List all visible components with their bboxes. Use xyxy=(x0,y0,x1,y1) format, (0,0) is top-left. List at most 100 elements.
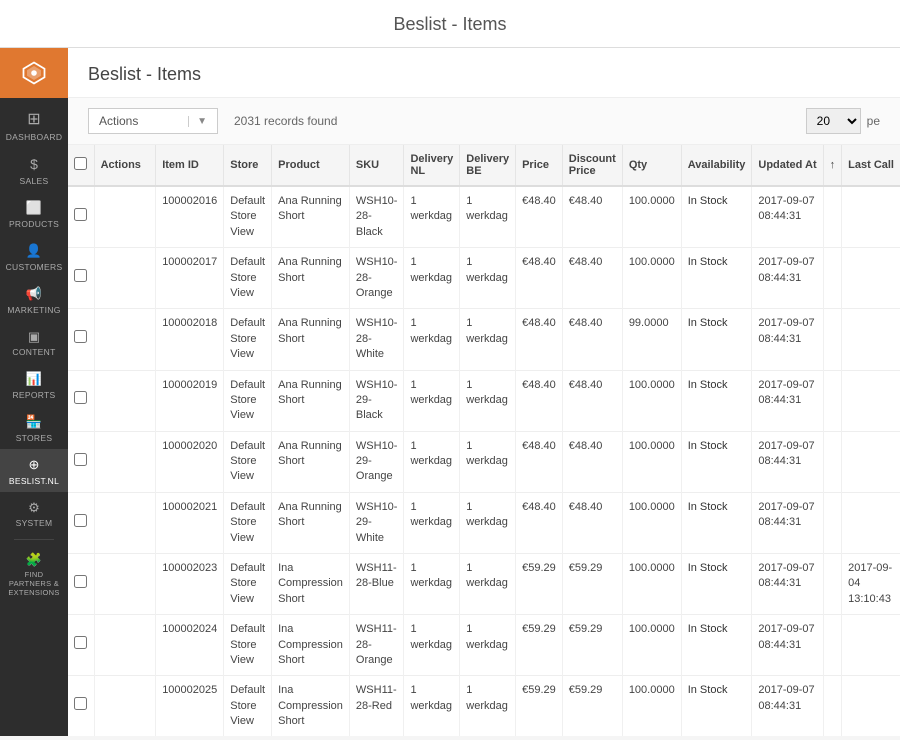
row-checkbox-cell xyxy=(68,186,94,248)
row-discount-price: €48.40 xyxy=(562,431,622,492)
row-discount-price: €48.40 xyxy=(562,309,622,370)
th-qty: Qty xyxy=(622,145,681,186)
th-discount-price: DiscountPrice xyxy=(562,145,622,186)
row-sort xyxy=(823,676,842,736)
row-checkbox[interactable] xyxy=(74,697,87,710)
row-sku: WSH10-29-White xyxy=(349,492,404,553)
th-delivery-nl: DeliveryNL xyxy=(404,145,460,186)
row-checkbox[interactable] xyxy=(74,269,87,282)
sidebar-item-customers[interactable]: 👤 CUSTOMERS xyxy=(0,235,68,278)
row-checkbox[interactable] xyxy=(74,453,87,466)
dashboard-icon: ⊞ xyxy=(27,110,40,129)
products-icon: ⬜ xyxy=(26,200,42,216)
th-last-call: Last Call xyxy=(842,145,900,186)
row-checkbox-cell xyxy=(68,676,94,736)
row-sort xyxy=(823,492,842,553)
select-all-checkbox[interactable] xyxy=(74,157,87,170)
row-delivery-be: 1 werkdag xyxy=(460,676,516,736)
row-actions xyxy=(94,492,156,553)
row-discount-price: €48.40 xyxy=(562,370,622,431)
sidebar-label-beslistnl: BESLIST.NL xyxy=(9,476,59,486)
row-checkbox[interactable] xyxy=(74,636,87,649)
row-updated-at: 2017-09-0708:44:31 xyxy=(752,309,823,370)
table-row: 100002024 Default StoreView Ina Compress… xyxy=(68,615,900,676)
row-sku: WSH10-29-Orange xyxy=(349,431,404,492)
row-discount-price: €59.29 xyxy=(562,554,622,615)
row-last-call xyxy=(842,615,900,676)
row-sku: WSH10-28-Orange xyxy=(349,248,404,309)
row-delivery-be: 1 werkdag xyxy=(460,370,516,431)
partners-icon: 🧩 xyxy=(26,552,42,568)
customers-icon: 👤 xyxy=(26,243,42,259)
sidebar-item-sales[interactable]: $ SALES xyxy=(0,148,68,192)
row-delivery-nl: 1 werkdag xyxy=(404,615,460,676)
th-sort[interactable]: ↑ xyxy=(823,145,842,186)
row-discount-price: €59.29 xyxy=(562,615,622,676)
row-last-call xyxy=(842,186,900,248)
beslistnl-icon: ⊕ xyxy=(29,457,40,473)
row-item-id: 100002024 xyxy=(156,615,224,676)
row-sort xyxy=(823,615,842,676)
row-product: Ina Compression Short xyxy=(272,615,350,676)
row-store: Default StoreView xyxy=(224,615,272,676)
row-checkbox[interactable] xyxy=(74,208,87,221)
sidebar-item-partners[interactable]: 🧩 FIND PARTNERS & EXTENSIONS xyxy=(0,544,68,604)
row-last-call xyxy=(842,492,900,553)
row-checkbox-cell xyxy=(68,431,94,492)
row-price: €59.29 xyxy=(516,554,563,615)
row-checkbox[interactable] xyxy=(74,391,87,404)
sidebar-item-products[interactable]: ⬜ PRODUCTS xyxy=(0,192,68,235)
row-item-id: 100002019 xyxy=(156,370,224,431)
row-item-id: 100002016 xyxy=(156,186,224,248)
sidebar-label-reports: REPORTS xyxy=(12,390,55,400)
row-price: €59.29 xyxy=(516,615,563,676)
items-table: Actions Item ID Store Product SKU Delive… xyxy=(68,145,900,736)
row-checkbox[interactable] xyxy=(74,514,87,527)
row-availability: In Stock xyxy=(681,554,752,615)
row-actions xyxy=(94,554,156,615)
table-body: 100002016 Default StoreView Ana Running … xyxy=(68,186,900,736)
row-updated-at: 2017-09-0708:44:31 xyxy=(752,676,823,736)
row-delivery-nl: 1 werkdag xyxy=(404,492,460,553)
row-availability: In Stock xyxy=(681,186,752,248)
row-sort xyxy=(823,186,842,248)
row-actions xyxy=(94,186,156,248)
row-actions xyxy=(94,676,156,736)
row-product: Ana Running Short xyxy=(272,248,350,309)
row-sort xyxy=(823,370,842,431)
row-delivery-be: 1 werkdag xyxy=(460,186,516,248)
row-sort xyxy=(823,554,842,615)
sales-icon: $ xyxy=(30,156,38,173)
sidebar-item-beslistnl[interactable]: ⊕ BESLIST.NL xyxy=(0,449,68,492)
row-availability: In Stock xyxy=(681,309,752,370)
row-sku: WSH10-28-Black xyxy=(349,186,404,248)
table-row: 100002017 Default StoreView Ana Running … xyxy=(68,248,900,309)
per-page-suffix: pe xyxy=(867,114,880,128)
row-checkbox[interactable] xyxy=(74,575,87,588)
row-delivery-be: 1 werkdag xyxy=(460,554,516,615)
row-delivery-be: 1 werkdag xyxy=(460,431,516,492)
row-checkbox-cell xyxy=(68,309,94,370)
row-delivery-nl: 1 werkdag xyxy=(404,186,460,248)
sidebar-item-stores[interactable]: 🏪 STORES xyxy=(0,406,68,449)
th-delivery-be: DeliveryBE xyxy=(460,145,516,186)
actions-dropdown[interactable]: Actions ▼ xyxy=(88,108,218,134)
sidebar-item-marketing[interactable]: 📢 MARKETING xyxy=(0,278,68,321)
row-last-call xyxy=(842,248,900,309)
sidebar-label-partners: FIND PARTNERS & EXTENSIONS xyxy=(4,570,64,597)
table-row: 100002019 Default StoreView Ana Running … xyxy=(68,370,900,431)
row-checkbox[interactable] xyxy=(74,330,87,343)
sidebar-item-content[interactable]: ▣ CONTENT xyxy=(0,321,68,364)
row-delivery-nl: 1 werkdag xyxy=(404,370,460,431)
sidebar-item-dashboard[interactable]: ⊞ DASHBOARD xyxy=(0,102,68,148)
table-row: 100002020 Default StoreView Ana Running … xyxy=(68,431,900,492)
system-icon: ⚙ xyxy=(28,500,40,516)
table-row: 100002018 Default StoreView Ana Running … xyxy=(68,309,900,370)
sidebar-item-system[interactable]: ⚙ SYSTEM xyxy=(0,492,68,535)
row-discount-price: €59.29 xyxy=(562,676,622,736)
toolbar: Actions ▼ 2031 records found 20 50 100 p… xyxy=(68,98,900,145)
per-page-select[interactable]: 20 50 100 xyxy=(806,108,861,134)
sidebar-item-reports[interactable]: 📊 REPORTS xyxy=(0,363,68,406)
row-last-call xyxy=(842,676,900,736)
row-updated-at: 2017-09-0708:44:31 xyxy=(752,248,823,309)
